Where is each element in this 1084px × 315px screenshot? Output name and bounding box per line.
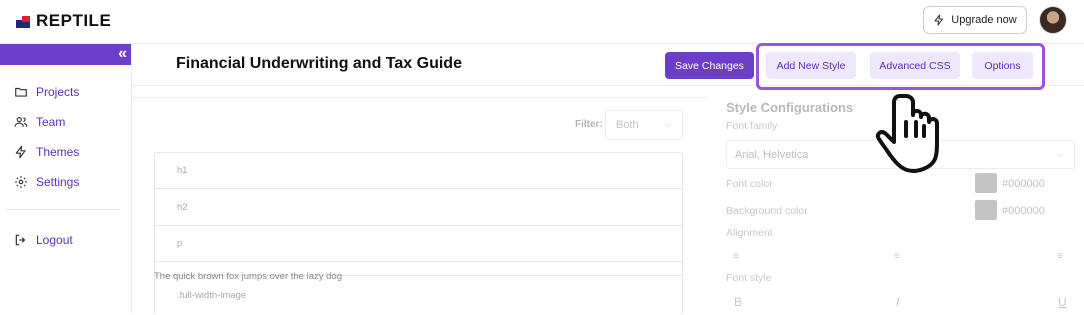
style-selector: h2	[177, 202, 188, 213]
logout-button[interactable]: Logout	[14, 233, 73, 247]
sidebar-item-label: Settings	[36, 175, 80, 189]
bolt-icon	[15, 145, 26, 159]
filter-select[interactable]: Both ⌵	[605, 110, 683, 140]
align-left-icon[interactable]: ≡	[733, 251, 739, 262]
config-title: Style Configurations	[726, 100, 854, 115]
sidebar: « Projects Team Themes Settings Logout	[0, 44, 132, 314]
brand-name: REPTILE	[36, 11, 112, 30]
bolt-icon	[934, 14, 944, 26]
bg-color-swatch[interactable]	[975, 200, 997, 220]
style-selector: h1	[177, 165, 188, 176]
sidebar-item-projects[interactable]: Projects	[14, 85, 79, 99]
style-selector: p	[177, 238, 183, 249]
bold-button[interactable]: B	[734, 295, 742, 309]
list-item[interactable]: p	[155, 226, 682, 262]
sidebar-divider	[6, 209, 120, 210]
alignment-label: Alignment	[726, 227, 773, 239]
save-changes-button[interactable]: Save Changes	[665, 52, 754, 79]
chevron-down-icon: ⌵	[665, 119, 672, 129]
upgrade-label: Upgrade now	[951, 14, 1017, 26]
font-family-value: Arial, Helvetica	[735, 149, 809, 161]
font-style-label: Font style	[726, 272, 772, 284]
sidebar-item-label: Team	[36, 115, 66, 129]
users-icon	[14, 117, 28, 127]
sidebar-item-themes[interactable]: Themes	[14, 145, 79, 159]
bg-color-label: Background color	[726, 205, 808, 217]
chevron-down-icon: ⌵	[1057, 149, 1064, 159]
logo-mark-icon	[16, 14, 30, 28]
logout-icon	[15, 234, 26, 246]
chevrons-left-icon: «	[118, 45, 127, 62]
avatar[interactable]	[1039, 6, 1067, 34]
font-color-label: Font color	[726, 178, 773, 190]
italic-button[interactable]: I	[896, 295, 899, 309]
font-color-value[interactable]: #000000	[1002, 178, 1045, 190]
sidebar-collapse-button[interactable]: «	[0, 44, 131, 65]
brand-logo[interactable]: REPTILE	[16, 11, 111, 31]
list-item[interactable]: h1	[155, 153, 682, 189]
sidebar-item-label: Projects	[36, 85, 80, 99]
filter-value: Both	[616, 119, 639, 131]
style-editor-panel: Filter: Both ⌵ h1 h2 p .full-width-image…	[132, 97, 706, 315]
page-title: Financial Underwriting and Tax Guide	[176, 55, 462, 72]
underline-button[interactable]: U	[1058, 295, 1067, 309]
folder-icon	[15, 87, 27, 97]
style-list: h1 h2 p .full-width-image The quick brow…	[154, 152, 683, 315]
bg-color-value[interactable]: #000000	[1002, 205, 1045, 217]
gear-icon	[15, 176, 27, 188]
pointing-hand-icon	[875, 94, 939, 173]
sidebar-item-settings[interactable]: Settings	[14, 175, 79, 189]
align-center-icon[interactable]: ≡	[894, 251, 900, 262]
sample-text: The quick brown fox jumps over the lazy …	[154, 271, 342, 282]
align-right-icon[interactable]: ≡	[1057, 251, 1063, 262]
style-selector: .full-width-image	[177, 290, 247, 301]
filter-label: Filter:	[575, 119, 603, 130]
list-item[interactable]: .full-width-image	[155, 277, 682, 315]
font-color-swatch[interactable]	[975, 173, 997, 193]
upgrade-button[interactable]: Upgrade now	[923, 6, 1027, 34]
top-bar: REPTILE Upgrade now	[0, 0, 1084, 44]
list-item[interactable]: h2	[155, 189, 682, 226]
sidebar-item-label: Themes	[36, 145, 80, 159]
font-family-label: Font family	[726, 120, 778, 132]
highlight-box	[756, 43, 1045, 90]
logout-label: Logout	[36, 233, 73, 247]
sidebar-item-team[interactable]: Team	[14, 115, 65, 129]
